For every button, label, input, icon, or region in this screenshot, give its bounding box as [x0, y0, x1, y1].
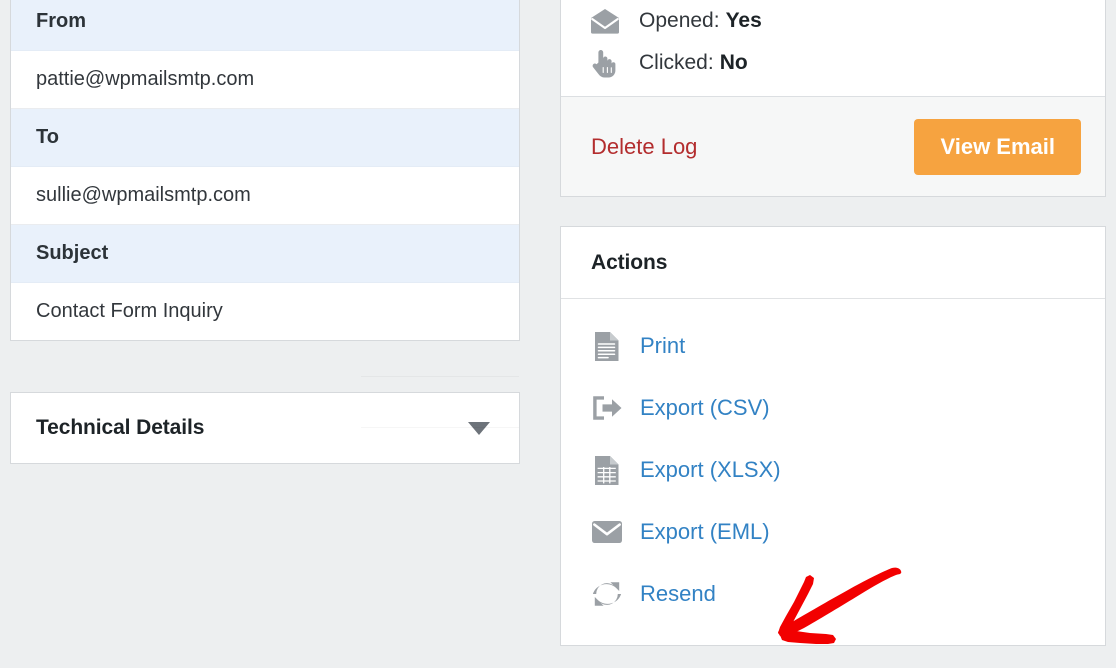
status-panel-footer: Delete Log View Email — [561, 96, 1105, 196]
chevron-down-icon[interactable] — [468, 421, 490, 435]
email-details-table: From pattie@wpmailsmtp.com To sullie@wpm… — [11, 0, 519, 340]
document-icon — [590, 331, 624, 362]
email-log-detail-screen: From pattie@wpmailsmtp.com To sullie@wpm… — [0, 0, 1116, 668]
table-row: Subject — [11, 224, 519, 283]
refresh-icon — [590, 580, 624, 608]
status-value-clicked: No — [719, 51, 748, 74]
action-label: Print — [640, 333, 686, 358]
action-label: Export (XLSX) — [640, 457, 781, 482]
action-export-eml[interactable]: Export (EML) — [561, 501, 1105, 563]
field-label-to: To — [11, 108, 519, 167]
envelope-icon — [590, 520, 624, 544]
action-print[interactable]: Print — [561, 315, 1105, 377]
action-label: Resend — [640, 581, 716, 606]
status-row-clicked: Clicked: No — [561, 42, 1105, 84]
actions-title: Actions — [591, 250, 668, 274]
field-label-subject: Subject — [11, 224, 519, 283]
status-label-opened: Opened: — [639, 9, 720, 32]
field-label-from: From — [11, 0, 519, 51]
delete-log-link[interactable]: Delete Log — [591, 134, 697, 160]
action-label: Export (EML) — [640, 519, 770, 544]
technical-details-title: Technical Details — [36, 416, 205, 439]
status-label-clicked: Clicked: — [639, 51, 714, 74]
status-value-opened: Yes — [725, 9, 762, 32]
left-column: From pattie@wpmailsmtp.com To sullie@wpm… — [10, 0, 520, 464]
envelope-open-icon — [589, 8, 623, 34]
table-row: sullie@wpmailsmtp.com — [11, 166, 519, 225]
spreadsheet-icon — [590, 455, 624, 486]
field-value-from: pattie@wpmailsmtp.com — [11, 50, 519, 109]
status-row-opened: Opened: Yes — [561, 0, 1105, 42]
actions-list: Print Export (CSV) Export (XLSX) Export … — [561, 299, 1105, 645]
status-list: Opened: Yes Clicked: No — [561, 0, 1105, 96]
action-resend[interactable]: Resend — [561, 563, 1105, 625]
pointing-hand-icon — [589, 48, 623, 78]
table-row: To — [11, 108, 519, 167]
field-value-subject: Contact Form Inquiry — [11, 282, 519, 340]
table-row: From — [11, 0, 519, 51]
field-value-to: sullie@wpmailsmtp.com — [11, 166, 519, 225]
action-export-xlsx[interactable]: Export (XLSX) — [561, 439, 1105, 501]
actions-panel-header: Actions — [561, 227, 1105, 299]
email-status-panel: Opened: Yes Clicked: No Delete Log View … — [560, 0, 1106, 197]
action-export-csv[interactable]: Export (CSV) — [561, 377, 1105, 439]
export-arrow-icon — [590, 395, 624, 421]
email-details-panel: From pattie@wpmailsmtp.com To sullie@wpm… — [10, 0, 520, 341]
right-column: Opened: Yes Clicked: No Delete Log View … — [560, 0, 1106, 646]
technical-details-panel[interactable]: Technical Details — [10, 392, 520, 464]
view-email-button[interactable]: View Email — [914, 118, 1081, 175]
table-row: Contact Form Inquiry — [11, 282, 519, 340]
table-row: pattie@wpmailsmtp.com — [11, 50, 519, 109]
action-label: Export (CSV) — [640, 395, 770, 420]
actions-panel: Actions Print Export (CSV) Export (XLSX)… — [560, 226, 1106, 646]
